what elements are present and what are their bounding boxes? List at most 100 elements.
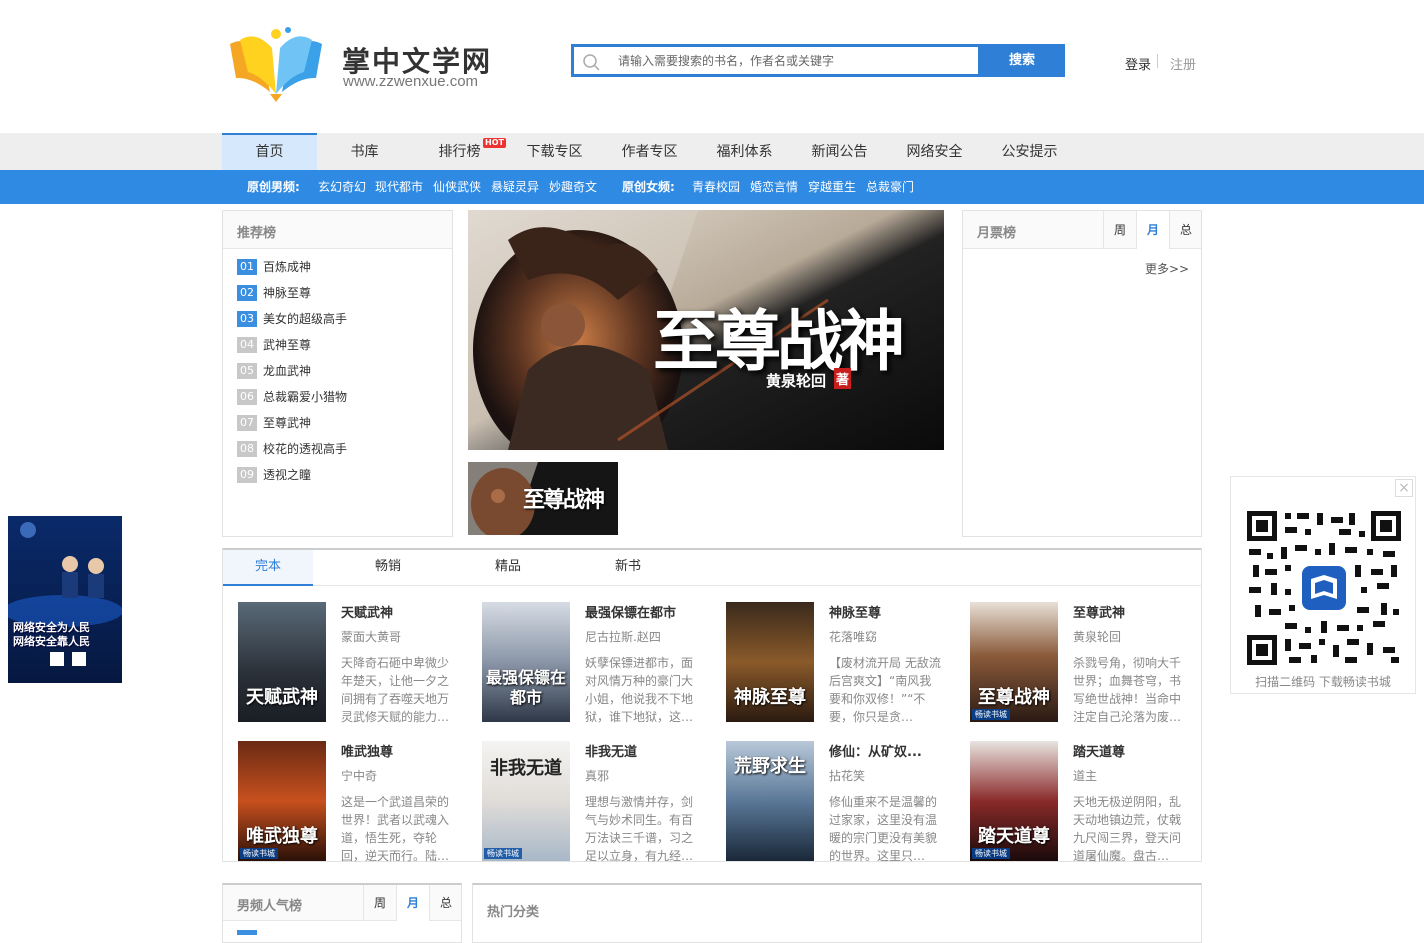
thumbnail-title: 至尊战神 [523,487,605,513]
rank-label: 透视之瞳 [263,468,312,482]
rank-item[interactable]: 07 至尊武神 [237,414,311,432]
rank-item[interactable]: 04 武神至尊 [237,336,311,354]
cover-title: 荒野求生 [734,756,806,777]
rank-item[interactable]: 06 总裁霸爱小猎物 [237,388,347,406]
rank-item[interactable]: 03 美女的超级高手 [237,310,347,328]
book-cover[interactable]: 神脉至尊 [726,602,814,722]
nav-item-download[interactable]: 下载专区 [507,133,602,170]
tab-month[interactable]: 月 [396,885,429,921]
rank-label: 百炼成神 [263,260,312,274]
subnav-item[interactable]: 穿越重生 [808,170,856,204]
rank-item[interactable]: 02 神脉至尊 [237,284,311,302]
book-cover[interactable]: 至尊战神 畅读书城 [970,602,1058,722]
book-description: 这是一个武道昌荣的世界！武者以武魂入道，悟生死，夺轮回，逆天而行。陆… [341,795,450,863]
book-author[interactable]: 尼古拉斯.赵四 [585,628,661,645]
subnav-item[interactable]: 婚恋言情 [750,170,798,204]
book-card[interactable]: 天赋武神 天赋武神 蒙面大黄哥 天降奇石砸中卑微少年楚天，让他一夕之间拥有了吞噬… [238,602,473,727]
book-card[interactable]: 非我无道 畅读书城 非我无道 真邪 理想与激情并存，剑气与妙术同生。有百万法诀三… [482,741,717,866]
subnav-item[interactable]: 青春校园 [692,170,740,204]
nav-item-author[interactable]: 作者专区 [602,133,697,170]
book-author[interactable]: 宁中奇 [341,767,377,784]
book-title[interactable]: 非我无道 [585,741,637,760]
book-description: 天降奇石砸中卑微少年楚天，让他一夕之间拥有了吞噬天地万灵武修天赋的能力… [341,656,450,724]
book-cover[interactable]: 最强保镖在都市 [482,602,570,722]
subnav-item[interactable]: 悬疑灵异 [491,170,539,204]
book-description: 天地无极逆阴阳，乱天动地镇边荒，仗戟九尺闯三界，登天问道屠仙魔。盘古… [1073,795,1182,863]
subnav-item[interactable]: 现代都市 [375,170,423,204]
book-cover[interactable]: 天赋武神 [238,602,326,722]
panel-header: 月票榜 周 月 总 [963,211,1201,249]
tab-month[interactable]: 月 [1136,211,1169,249]
book-card[interactable]: 荒野求生 修仙：从矿奴... 拈花笑 修仙重来不是温馨的过家家，这里没有温暖的宗… [726,741,961,866]
security-ad-art [8,516,122,683]
featured-banner[interactable]: 至尊战神 黄泉轮回 著 [468,210,944,450]
tab-total[interactable]: 总 [1169,211,1202,249]
nav-item-security[interactable]: 网络安全 [887,133,982,170]
subnav-item[interactable]: 妙趣奇文 [549,170,597,204]
book-cover[interactable]: 踏天道尊 畅读书城 [970,741,1058,861]
tab-total[interactable]: 总 [429,885,462,921]
book-cover[interactable]: 荒野求生 [726,741,814,861]
subnav-item[interactable]: 玄幻奇幻 [318,170,366,204]
book-title[interactable]: 最强保镖在都市 [585,602,676,621]
book-cover[interactable]: 非我无道 畅读书城 [482,741,570,861]
book-title[interactable]: 神脉至尊 [829,602,881,621]
nav-item-welfare[interactable]: 福利体系 [697,133,792,170]
app-badge: 畅读书城 [972,709,1010,720]
tab-featured[interactable]: 精品 [463,550,553,586]
rank-number: 01 [237,258,257,275]
book-author[interactable]: 拈花笑 [829,767,865,784]
close-icon[interactable]: × [1395,479,1413,497]
book-author[interactable]: 道主 [1073,767,1097,784]
book-cover[interactable]: 唯武独尊 畅读书城 [238,741,326,861]
male-popular-panel: 男频人气榜 周 月 总 [222,883,462,943]
rank-label: 总裁霸爱小猎物 [263,390,348,404]
book-card[interactable]: 唯武独尊 畅读书城 唯武独尊 宁中奇 这是一个武道昌荣的世界！武者以武魂入道，悟… [238,741,473,866]
cover-title: 唯武独尊 [246,826,318,847]
book-card[interactable]: 至尊战神 畅读书城 至尊武神 黄泉轮回 杀戮号角，彻响大千世界；血舞苍穹，书写绝… [970,602,1205,727]
book-author[interactable]: 真邪 [585,767,609,784]
book-title[interactable]: 唯武独尊 [341,741,393,760]
book-title[interactable]: 至尊武神 [1073,602,1125,621]
more-link[interactable]: 更多>> [1145,260,1189,277]
book-tabs: 完本 畅销 精品 新书 [223,550,1201,586]
nav-item-news[interactable]: 新闻公告 [792,133,887,170]
rank-number: 06 [237,388,257,405]
nav-item-library[interactable]: 书库 [317,133,412,170]
nav-item-police[interactable]: 公安提示 [982,133,1077,170]
login-link[interactable]: 登录 [1125,54,1151,73]
rank-label: 神脉至尊 [263,286,312,300]
tab-new[interactable]: 新书 [583,550,673,586]
hot-category-title: 热门分类 [487,905,540,920]
book-card[interactable]: 最强保镖在都市 最强保镖在都市 尼古拉斯.赵四 妖孽保镖进都市，面对风情万种的豪… [482,602,717,727]
rank-number: 03 [237,310,257,327]
security-ad[interactable]: 网络安全为人民 网络安全靠人民 [8,516,122,683]
book-card[interactable]: 神脉至尊 神脉至尊 花落唯窈 【废材流开局 无敌流 后宫爽文】“南风我要和你双修… [726,602,961,727]
book-author[interactable]: 花落唯窈 [829,628,877,645]
recommend-title: 推荐榜 [237,226,277,241]
book-title[interactable]: 天赋武神 [341,602,393,621]
book-description: 理想与激情并存，剑气与妙术同生。有百万法诀三千谱，习之足以立身，有九经… [585,795,694,863]
book-author[interactable]: 蒙面大黄哥 [341,628,401,645]
search-button[interactable]: 搜索 [979,44,1065,77]
search-input[interactable] [618,51,968,71]
tab-completed[interactable]: 完本 [223,550,313,586]
rank-item[interactable]: 05 龙血武神 [237,362,311,380]
site-logo[interactable] [222,22,332,104]
book-title[interactable]: 踏天道尊 [1073,741,1125,760]
subnav-item[interactable]: 总裁豪门 [866,170,914,204]
tab-week[interactable]: 周 [1103,211,1136,249]
nav-item-home[interactable]: 首页 [222,133,317,170]
book-author[interactable]: 黄泉轮回 [1073,628,1121,645]
tab-week[interactable]: 周 [363,885,396,921]
rank-item[interactable]: 08 校花的透视高手 [237,440,347,458]
banner-thumbnail[interactable]: 至尊战神 [468,462,618,535]
subnav-item[interactable]: 仙侠武侠 [433,170,481,204]
register-link[interactable]: 注册 [1170,54,1196,73]
rank-item[interactable]: 09 透视之瞳 [237,466,311,484]
book-card[interactable]: 踏天道尊 畅读书城 踏天道尊 道主 天地无极逆阴阳，乱天动地镇边荒，仗戟九尺闯三… [970,741,1205,866]
panel-header: 推荐榜 [223,211,452,249]
tab-bestseller[interactable]: 畅销 [343,550,433,586]
rank-item[interactable]: 01 百炼成神 [237,258,311,276]
book-title[interactable]: 修仙：从矿奴... [829,741,922,760]
